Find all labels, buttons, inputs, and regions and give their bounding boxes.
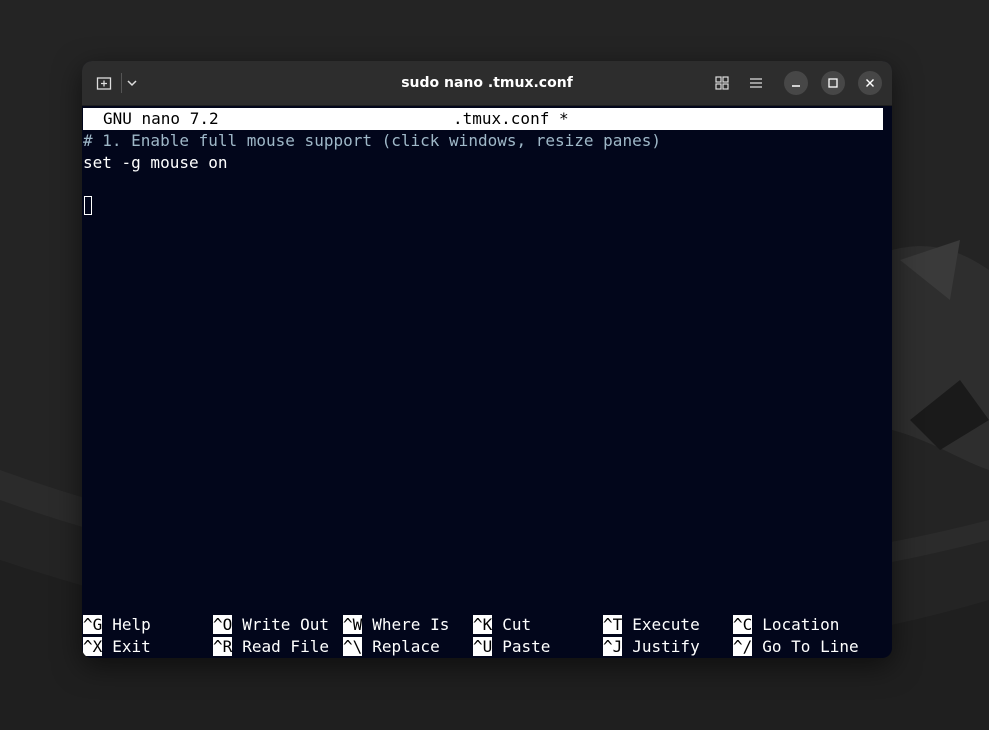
shortcut-key: ^/ xyxy=(733,637,753,656)
shortcut-exit[interactable]: ^X Exit xyxy=(83,636,151,658)
shortcut-label: Read File xyxy=(242,637,329,656)
text-cursor xyxy=(84,196,92,215)
shortcut-key: ^O xyxy=(213,615,233,634)
shortcut-key: ^U xyxy=(473,637,493,656)
shortcut-label: Replace xyxy=(372,637,440,656)
terminal-area[interactable]: GNU nano 7.2 .tmux.conf * # 1. Enable fu… xyxy=(82,106,892,658)
shortcut-key: ^R xyxy=(213,637,233,656)
shortcut-key: ^K xyxy=(473,615,493,634)
shortcut-label: Cut xyxy=(502,615,532,634)
shortcut-key: ^W xyxy=(343,615,363,634)
nano-filename: .tmux.conf * xyxy=(453,109,569,128)
shortcut-key: ^\ xyxy=(343,637,363,656)
shortcut-label: Write Out xyxy=(242,615,329,634)
shortcut-cut[interactable]: ^K Cut xyxy=(473,614,531,636)
shortcut-label: Paste xyxy=(502,637,551,656)
shortcut-read-file[interactable]: ^R Read File xyxy=(213,636,329,658)
shortcut-key: ^C xyxy=(733,615,753,634)
shortcut-label: Justify xyxy=(632,637,700,656)
shortcut-label: Go To Line xyxy=(762,637,859,656)
shortcut-where-is[interactable]: ^W Where Is xyxy=(343,614,449,636)
shortcut-key: ^X xyxy=(83,637,103,656)
shortcut-label: Where Is xyxy=(372,615,450,634)
shortcut-location[interactable]: ^C Location xyxy=(733,614,839,636)
shortcut-go-to-line[interactable]: ^/ Go To Line xyxy=(733,636,859,658)
shortcut-write-out[interactable]: ^O Write Out xyxy=(213,614,329,636)
shortcut-execute[interactable]: ^T Execute xyxy=(603,614,700,636)
hamburger-menu-icon[interactable] xyxy=(744,72,768,94)
nano-version: GNU nano 7.2 xyxy=(103,109,219,128)
close-icon[interactable] xyxy=(858,71,882,95)
editor-line-2[interactable]: set -g mouse on xyxy=(83,152,228,174)
shortcut-label: Help xyxy=(112,615,151,634)
editor-line-1[interactable]: # 1. Enable full mouse support (click wi… xyxy=(83,130,661,152)
maximize-icon[interactable] xyxy=(821,71,845,95)
shortcut-help[interactable]: ^G Help xyxy=(83,614,151,636)
shortcut-justify[interactable]: ^J Justify xyxy=(603,636,700,658)
nano-header-bar: GNU nano 7.2 .tmux.conf * xyxy=(83,108,883,130)
title-bar[interactable]: sudo nano .tmux.conf xyxy=(82,61,892,106)
shortcut-key: ^T xyxy=(603,615,623,634)
grid-view-icon[interactable] xyxy=(710,72,734,94)
shortcut-replace[interactable]: ^\ Replace xyxy=(343,636,440,658)
shortcut-paste[interactable]: ^U Paste xyxy=(473,636,550,658)
shortcut-label: Location xyxy=(762,615,840,634)
minimize-icon[interactable] xyxy=(784,71,808,95)
terminal-window: sudo nano .tmux.conf GNU nano 7.2 .tmux.… xyxy=(82,61,892,658)
shortcut-label: Exit xyxy=(112,637,151,656)
shortcut-label: Execute xyxy=(632,615,700,634)
window-title: sudo nano .tmux.conf xyxy=(401,75,573,91)
shortcut-key: ^G xyxy=(83,615,103,634)
shortcut-key: ^J xyxy=(603,637,623,656)
